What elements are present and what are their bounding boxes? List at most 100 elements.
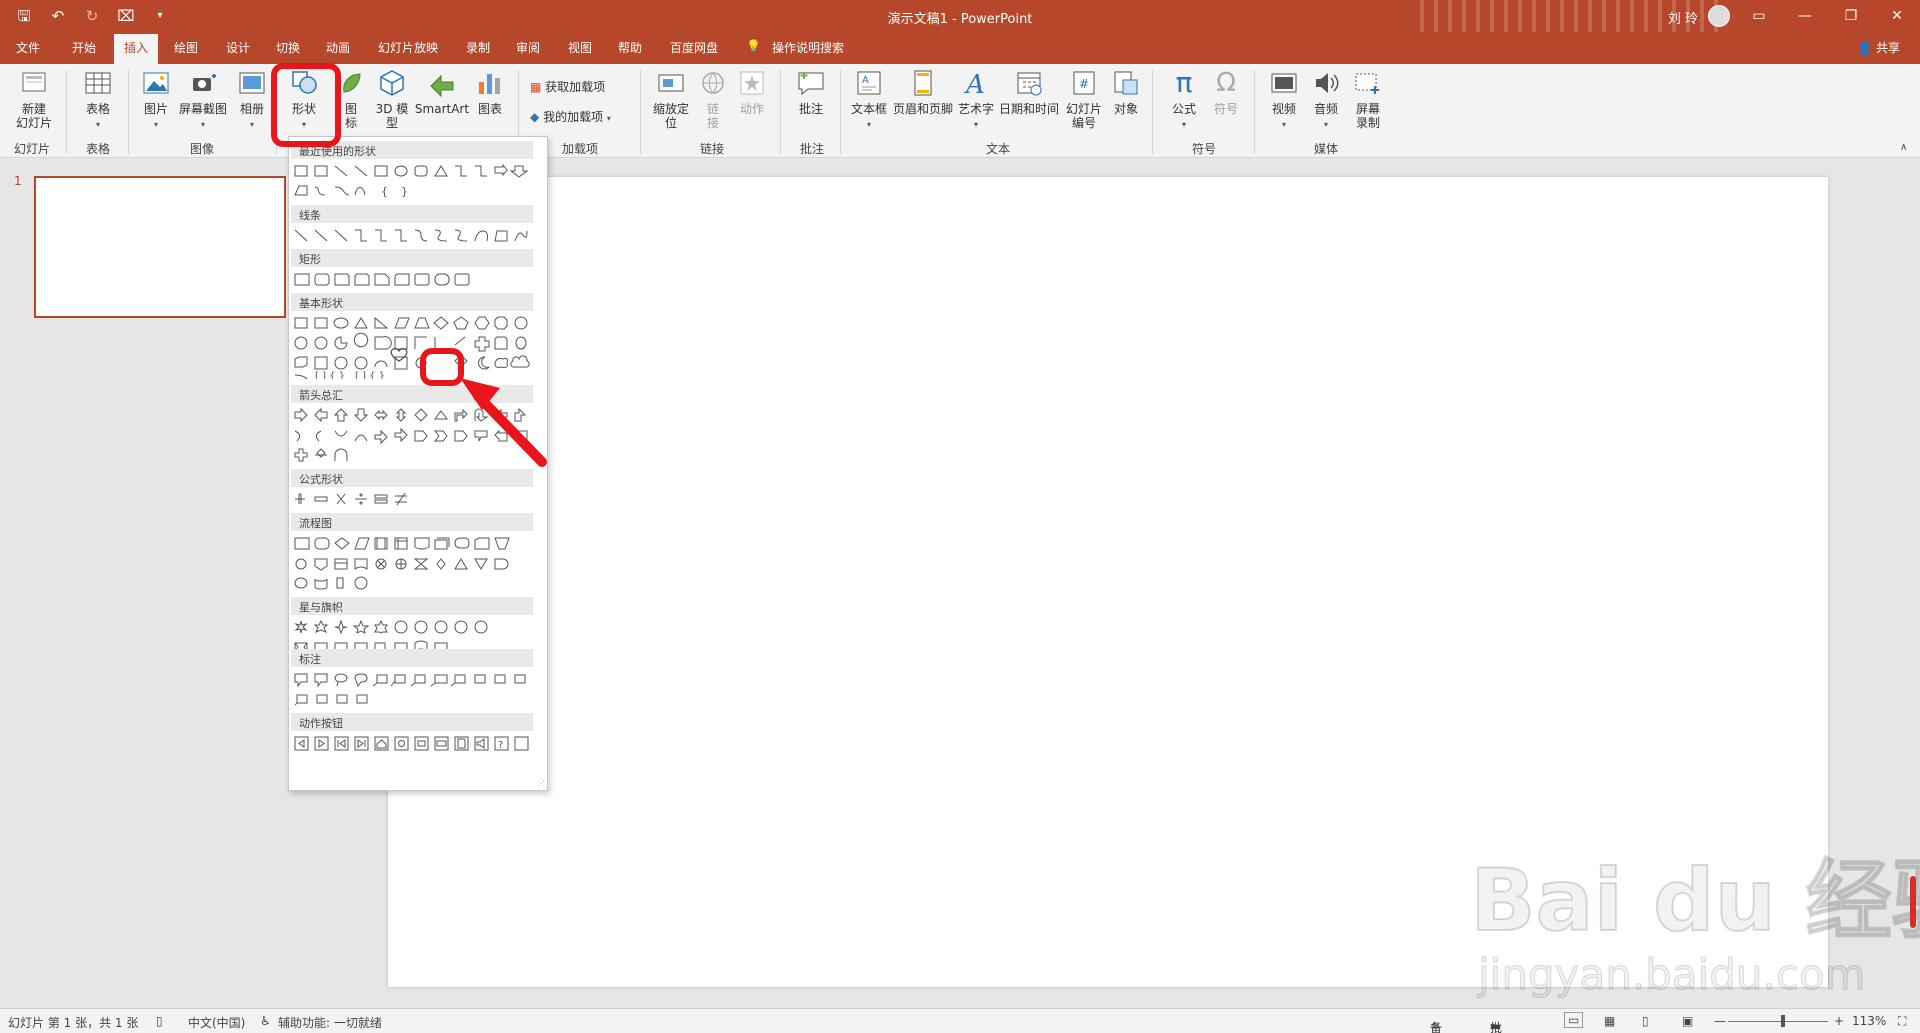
smartart-button[interactable]: SmartArt	[414, 68, 470, 116]
link-button[interactable]: 链 接	[698, 68, 728, 130]
video-button[interactable]: 视频 ▾	[1264, 68, 1304, 132]
accessibility-status[interactable]: 辅助功能: 一切就绪	[278, 1014, 382, 1031]
header-footer-button[interactable]: 页眉和页脚	[892, 68, 954, 116]
shape-row[interactable]: ?	[293, 735, 533, 755]
ribbon-display-icon[interactable]: ▭	[1736, 0, 1782, 32]
heart-shape[interactable]	[387, 345, 411, 365]
tab-review[interactable]: 审阅	[516, 39, 540, 56]
comment-button[interactable]: 批注	[788, 68, 834, 116]
annotation-highlight-heart	[420, 348, 464, 386]
tab-transitions[interactable]: 切换	[276, 39, 300, 56]
restore-icon[interactable]: ❐	[1828, 0, 1874, 32]
group-label-comments: 批注	[800, 142, 825, 156]
shape-row[interactable]	[293, 407, 533, 462]
addin-icon: ◆	[530, 110, 540, 124]
picture-button[interactable]: 图片 ▾	[136, 68, 176, 132]
avatar[interactable]	[1708, 5, 1730, 27]
svg-text:?: ?	[498, 740, 503, 751]
slide-number-label: 幻灯片 编号	[1065, 102, 1102, 130]
chevron-down-icon: ▾	[606, 114, 611, 123]
tab-home[interactable]: 开始	[72, 39, 96, 56]
scrollbar-thumb[interactable]	[1910, 876, 1916, 928]
shape-row[interactable]	[293, 271, 533, 291]
shape-row[interactable]	[293, 535, 533, 590]
group-label-images: 图像	[190, 142, 215, 156]
close-icon[interactable]: ✕	[1874, 0, 1920, 32]
album-button[interactable]: 相册 ▾	[232, 68, 272, 132]
screen-record-button[interactable]: 屏幕 录制	[1348, 68, 1388, 130]
minimize-icon[interactable]: —	[1782, 0, 1828, 32]
slide-number-button[interactable]: # 幻灯片 编号	[1062, 68, 1106, 130]
chart-label: 图表	[477, 102, 502, 116]
slideshow-icon[interactable]: ▣	[1682, 1014, 1693, 1028]
tab-help[interactable]: 帮助	[618, 39, 642, 56]
tell-me-search[interactable]: 操作说明搜索	[772, 39, 844, 56]
slide-sorter-icon[interactable]: ▦	[1604, 1014, 1615, 1028]
3d-model-button[interactable]: 3D 模 型	[370, 68, 414, 130]
zoom-level[interactable]: 113%	[1852, 1014, 1886, 1028]
symbol-button[interactable]: Ω 符号	[1206, 68, 1246, 116]
group-label-symbols: 符号	[1192, 142, 1217, 156]
zoom-in-icon[interactable]: +	[1834, 1014, 1844, 1028]
collapse-ribbon-icon[interactable]: ∧	[1900, 142, 1907, 153]
table-button[interactable]: 表格 ▾	[74, 68, 122, 132]
tab-record[interactable]: 录制	[466, 39, 490, 56]
group-separator	[640, 70, 641, 154]
object-button[interactable]: 对象	[1108, 68, 1144, 116]
shape-row[interactable]	[293, 491, 533, 511]
textbox-button[interactable]: A 文本框 ▾	[846, 68, 892, 132]
textbox-label: 文本框	[850, 102, 887, 116]
smartart-label: SmartArt	[414, 102, 470, 116]
chart-button[interactable]: 图表	[470, 68, 510, 116]
datetime-button[interactable]: 日期和时间	[998, 68, 1060, 116]
wordart-label: 艺术字	[957, 102, 994, 116]
shape-row[interactable]: {}	[293, 163, 533, 198]
resize-grip-icon[interactable]: ⋰	[537, 779, 545, 788]
zoom-button[interactable]: 缩放定 位	[648, 68, 694, 130]
tab-view[interactable]: 视图	[568, 39, 592, 56]
tab-slideshow[interactable]: 幻灯片放映	[378, 39, 438, 56]
language-indicator[interactable]: 中文(中国)	[188, 1014, 245, 1031]
reading-view-icon[interactable]: ▯	[1642, 1014, 1649, 1028]
user-account[interactable]: 刘 玲	[1668, 5, 1730, 27]
tab-baidu-netdisk[interactable]: 百度网盘	[670, 39, 718, 56]
screenshot-button[interactable]: 屏幕截图 ▾	[176, 68, 230, 132]
star-icon	[737, 68, 767, 98]
normal-view-icon[interactable]: ▭	[1564, 1012, 1584, 1028]
slide-thumbnail[interactable]	[34, 176, 286, 318]
tab-animations[interactable]: 动画	[326, 39, 350, 56]
section-block-arrows: 箭头总汇	[291, 385, 533, 403]
new-slide-button[interactable]: 新建 幻灯片	[8, 68, 60, 130]
get-addins-button[interactable]: ▦ 获取加载项	[530, 78, 605, 95]
tab-file[interactable]: 文件	[16, 39, 40, 56]
tab-draw[interactable]: 绘图	[174, 39, 198, 56]
shape-row[interactable]	[293, 619, 533, 654]
audio-button[interactable]: 音频 ▾	[1306, 68, 1346, 132]
group-label-text: 文本	[986, 142, 1011, 156]
group-separator	[1254, 70, 1255, 154]
tab-design[interactable]: 设计	[226, 39, 250, 56]
baidu-watermark-url: jingyan.baidu.com	[1478, 950, 1867, 1000]
zoom-out-icon[interactable]: —	[1714, 1014, 1726, 1028]
window-controls: ▭ — ❐ ✕	[1736, 0, 1920, 32]
smartart-icon	[427, 68, 457, 98]
baidu-watermark: Bai du 经验	[1469, 850, 1920, 952]
shape-row[interactable]	[293, 227, 533, 247]
picture-label: 图片	[143, 102, 168, 116]
action-button[interactable]: 动作	[732, 68, 772, 116]
section-callouts: 标注	[291, 649, 533, 667]
share-button[interactable]: 👤 共享	[1857, 39, 1900, 56]
equation-button[interactable]: π 公式 ▾	[1164, 68, 1204, 132]
ribbon-tabs: 文件 开始 插入 绘图 设计 切换 动画 幻灯片放映 录制 审阅 视图 帮助 百…	[0, 32, 1920, 64]
zoom-slider[interactable]	[1728, 1021, 1828, 1022]
fit-to-window-icon[interactable]: ⛶	[1898, 1014, 1906, 1029]
spellcheck-icon[interactable]: ▯	[156, 1014, 163, 1028]
wordart-button[interactable]: A 艺术字 ▾	[956, 68, 996, 132]
my-addins-button[interactable]: ◆ 我的加载项 ▾	[530, 108, 611, 125]
table-label: 表格	[85, 102, 110, 116]
shape-row[interactable]	[293, 671, 533, 706]
tab-insert[interactable]: 插入	[114, 34, 159, 64]
shape-row[interactable]: [ ] { } [ ] { }	[293, 315, 533, 379]
slide-thumbnails-pane: 1	[0, 158, 290, 1008]
zoom-slider-knob[interactable]	[1781, 1015, 1785, 1027]
